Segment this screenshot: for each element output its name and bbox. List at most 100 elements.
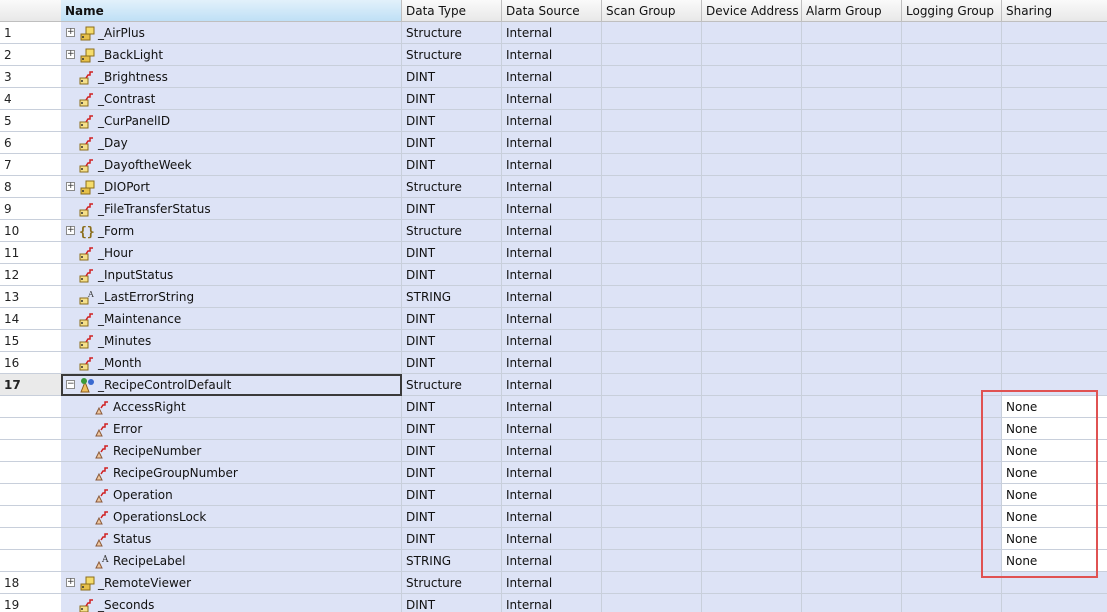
device-address-cell[interactable]	[702, 572, 802, 594]
data-type-cell[interactable]: DINT	[402, 154, 502, 176]
scan-group-cell[interactable]	[602, 462, 702, 484]
row-number[interactable]: 4	[0, 88, 65, 110]
table-row[interactable]: 16 _Month DINT Internal	[0, 352, 1107, 374]
header-logging-group[interactable]: Logging Group	[902, 0, 1002, 22]
data-source-cell[interactable]: Internal	[502, 528, 602, 550]
logging-group-cell[interactable]	[902, 132, 1002, 154]
scan-group-cell[interactable]	[602, 352, 702, 374]
alarm-group-cell[interactable]	[802, 198, 902, 220]
name-cell[interactable]: _InputStatus	[61, 264, 402, 286]
name-cell[interactable]: OperationsLock	[61, 506, 402, 528]
row-number[interactable]: 8	[0, 176, 65, 198]
name-cell[interactable]: _Brightness	[61, 66, 402, 88]
sharing-cell[interactable]: None	[1002, 484, 1107, 506]
alarm-group-cell[interactable]	[802, 572, 902, 594]
row-number[interactable]	[0, 528, 65, 550]
row-number[interactable]	[0, 550, 65, 572]
logging-group-cell[interactable]	[902, 462, 1002, 484]
data-source-cell[interactable]: Internal	[502, 308, 602, 330]
device-address-cell[interactable]	[702, 594, 802, 612]
name-cell[interactable]: RecipeGroupNumber	[61, 462, 402, 484]
row-number[interactable]: 13	[0, 286, 65, 308]
scan-group-cell[interactable]	[602, 528, 702, 550]
device-address-cell[interactable]	[702, 506, 802, 528]
data-type-cell[interactable]: Structure	[402, 176, 502, 198]
sharing-cell[interactable]	[1002, 44, 1107, 66]
row-number[interactable]: 19	[0, 594, 65, 612]
alarm-group-cell[interactable]	[802, 352, 902, 374]
device-address-cell[interactable]	[702, 396, 802, 418]
sharing-cell[interactable]: None	[1002, 550, 1107, 572]
sharing-cell[interactable]: None	[1002, 418, 1107, 440]
logging-group-cell[interactable]	[902, 110, 1002, 132]
scan-group-cell[interactable]	[602, 220, 702, 242]
row-number[interactable]: 18	[0, 572, 65, 594]
name-cell[interactable]: + _RemoteViewer	[61, 572, 402, 594]
data-source-cell[interactable]: Internal	[502, 198, 602, 220]
data-source-cell[interactable]: Internal	[502, 374, 602, 396]
alarm-group-cell[interactable]	[802, 550, 902, 572]
scan-group-cell[interactable]	[602, 330, 702, 352]
name-cell[interactable]: + _DIOPort	[61, 176, 402, 198]
device-address-cell[interactable]	[702, 484, 802, 506]
table-row[interactable]: 13 A _LastErrorString STRING Internal	[0, 286, 1107, 308]
alarm-group-cell[interactable]	[802, 176, 902, 198]
logging-group-cell[interactable]	[902, 66, 1002, 88]
alarm-group-cell[interactable]	[802, 462, 902, 484]
alarm-group-cell[interactable]	[802, 506, 902, 528]
alarm-group-cell[interactable]	[802, 242, 902, 264]
table-row[interactable]: 7 _DayoftheWeek DINT Internal	[0, 154, 1107, 176]
sharing-cell[interactable]	[1002, 22, 1107, 44]
name-cell[interactable]: _Seconds	[61, 594, 402, 612]
data-type-cell[interactable]: DINT	[402, 132, 502, 154]
name-cell[interactable]: AccessRight	[61, 396, 402, 418]
device-address-cell[interactable]	[702, 44, 802, 66]
sharing-cell[interactable]	[1002, 330, 1107, 352]
sharing-cell[interactable]	[1002, 572, 1107, 594]
alarm-group-cell[interactable]	[802, 396, 902, 418]
name-cell[interactable]: + _AirPlus	[61, 22, 402, 44]
row-number[interactable]: 17	[0, 374, 65, 396]
alarm-group-cell[interactable]	[802, 484, 902, 506]
name-cell[interactable]: _Hour	[61, 242, 402, 264]
sharing-cell[interactable]: None	[1002, 396, 1107, 418]
row-number[interactable]: 15	[0, 330, 65, 352]
scan-group-cell[interactable]	[602, 440, 702, 462]
sharing-cell[interactable]	[1002, 66, 1107, 88]
data-source-cell[interactable]: Internal	[502, 484, 602, 506]
logging-group-cell[interactable]	[902, 506, 1002, 528]
logging-group-cell[interactable]	[902, 352, 1002, 374]
row-number[interactable]: 2	[0, 44, 65, 66]
scan-group-cell[interactable]	[602, 308, 702, 330]
alarm-group-cell[interactable]	[802, 440, 902, 462]
name-cell[interactable]: _Minutes	[61, 330, 402, 352]
row-number[interactable]	[0, 396, 65, 418]
device-address-cell[interactable]	[702, 308, 802, 330]
alarm-group-cell[interactable]	[802, 528, 902, 550]
name-cell[interactable]: − _RecipeControlDefault	[61, 374, 402, 396]
name-cell[interactable]: Operation	[61, 484, 402, 506]
data-source-cell[interactable]: Internal	[502, 22, 602, 44]
data-source-cell[interactable]: Internal	[502, 242, 602, 264]
table-row[interactable]: 19 _Seconds DINT Internal	[0, 594, 1107, 612]
header-row-number[interactable]	[0, 0, 65, 22]
alarm-group-cell[interactable]	[802, 418, 902, 440]
table-row[interactable]: 17− _RecipeControlDefault Structure Interna…	[0, 374, 1107, 396]
row-number[interactable]: 5	[0, 110, 65, 132]
device-address-cell[interactable]	[702, 440, 802, 462]
table-row[interactable]: 3 _Brightness DINT Internal	[0, 66, 1107, 88]
row-number[interactable]	[0, 418, 65, 440]
data-source-cell[interactable]: Internal	[502, 44, 602, 66]
logging-group-cell[interactable]	[902, 44, 1002, 66]
logging-group-cell[interactable]	[902, 242, 1002, 264]
name-cell[interactable]: + _BackLight	[61, 44, 402, 66]
scan-group-cell[interactable]	[602, 198, 702, 220]
expand-icon[interactable]: +	[66, 28, 75, 37]
alarm-group-cell[interactable]	[802, 308, 902, 330]
row-number[interactable]: 10	[0, 220, 65, 242]
header-scan-group[interactable]: Scan Group	[602, 0, 702, 22]
data-type-cell[interactable]: STRING	[402, 550, 502, 572]
name-cell[interactable]: _CurPanelID	[61, 110, 402, 132]
alarm-group-cell[interactable]	[802, 264, 902, 286]
alarm-group-cell[interactable]	[802, 286, 902, 308]
